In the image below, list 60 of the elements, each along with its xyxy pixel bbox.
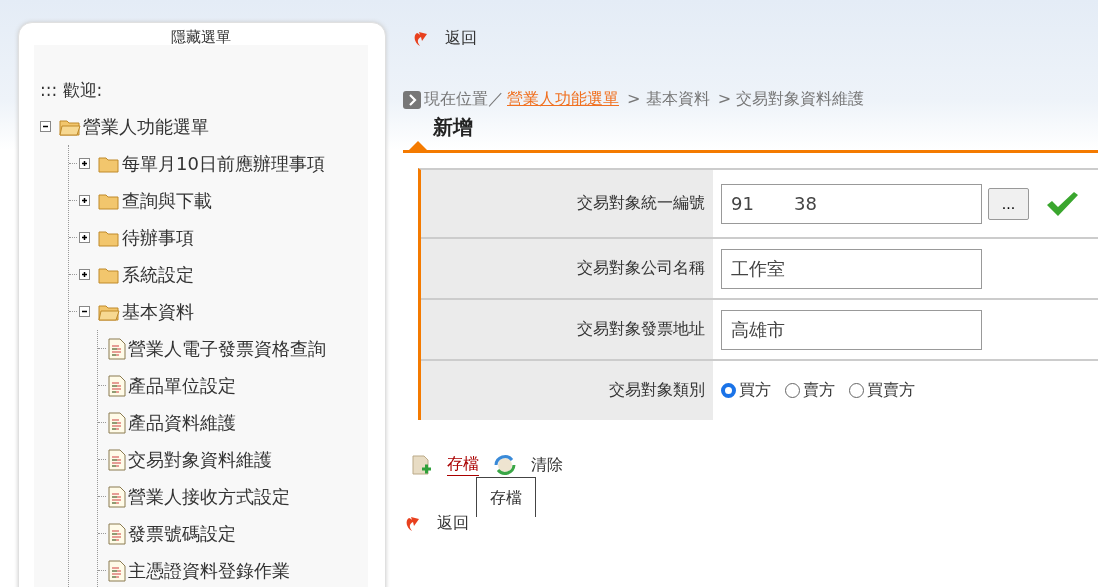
lookup-button[interactable]: ... [988,187,1029,220]
menu-item[interactable]: 交易對象資料維護 [128,447,272,472]
menu-item[interactable]: 產品單位設定 [128,373,236,398]
menu-item[interactable]: 營業人接收方式設定 [128,484,290,509]
refresh-icon [493,453,517,477]
expand-icon[interactable] [79,158,90,169]
folder-icon [98,154,120,173]
folder-icon [98,302,120,321]
clear-link[interactable]: 清除 [531,454,563,476]
menu-item[interactable]: 產品資料維護 [128,410,236,435]
folder-icon [59,117,81,136]
tooltip: 存檔 [476,477,536,517]
breadcrumb-item: > 基本資料 [626,89,710,110]
breadcrumb-label: 現在位置／ [424,89,504,110]
folder-item[interactable]: 系統設定 [122,262,194,287]
radio-label[interactable]: 賣方 [803,380,835,401]
expand-icon[interactable] [79,232,90,243]
radio-label[interactable]: 買賣方 [867,380,915,401]
welcome-text: ::: 歡迎: [40,79,104,102]
hide-menu-link[interactable]: 隱藏選單 [171,23,231,45]
menu-item[interactable]: 主憑證資料登錄作業 [128,558,290,583]
save-link[interactable]: 存檔 [447,454,479,476]
document-icon [108,485,126,508]
breadcrumb-item: > 交易對象資料維護 [716,89,865,110]
menu-item[interactable]: 營業人電子發票資格查詢 [128,336,326,361]
return-link[interactable]: 返回 [437,513,469,534]
folder-item[interactable]: 待辦事項 [122,225,194,250]
folder-item[interactable]: 營業人功能選單 [83,114,209,139]
section-heading: 新增 [432,114,474,141]
return-link[interactable]: 返回 [445,28,477,49]
chevron-icon [403,90,421,109]
document-icon [108,337,126,360]
folder-item[interactable]: 基本資料 [122,299,194,324]
collapse-icon[interactable] [40,121,51,132]
radio-button[interactable] [849,383,864,398]
field-label: 交易對象類別 [421,361,713,420]
radio-button[interactable] [721,383,736,398]
menu-item[interactable]: 發票號碼設定 [128,521,236,546]
folder-item[interactable]: 查詢與下載 [122,188,212,213]
folder-item[interactable]: 每單月10日前應辦理事項 [122,151,325,176]
expand-icon[interactable] [79,269,90,280]
field-label: 交易對象發票地址 [421,300,713,359]
input-field[interactable]: 91 38 [721,183,982,224]
document-icon [108,374,126,397]
folder-icon [98,265,120,284]
field-label: 交易對象公司名稱 [421,239,713,298]
input-field[interactable]: 工作室 [721,248,982,289]
field-label: 交易對象統一編號 [421,170,713,237]
document-icon [108,522,126,545]
document-add-icon [411,454,433,476]
expand-icon[interactable] [79,195,90,206]
document-icon [108,411,126,434]
radio-button[interactable] [785,383,800,398]
folder-icon [98,191,120,210]
collapse-icon[interactable] [79,306,90,317]
folder-icon [98,228,120,247]
document-icon [108,559,126,582]
radio-label[interactable]: 買方 [739,380,771,401]
input-field[interactable]: 高雄市 [721,309,982,350]
document-icon [108,448,126,471]
